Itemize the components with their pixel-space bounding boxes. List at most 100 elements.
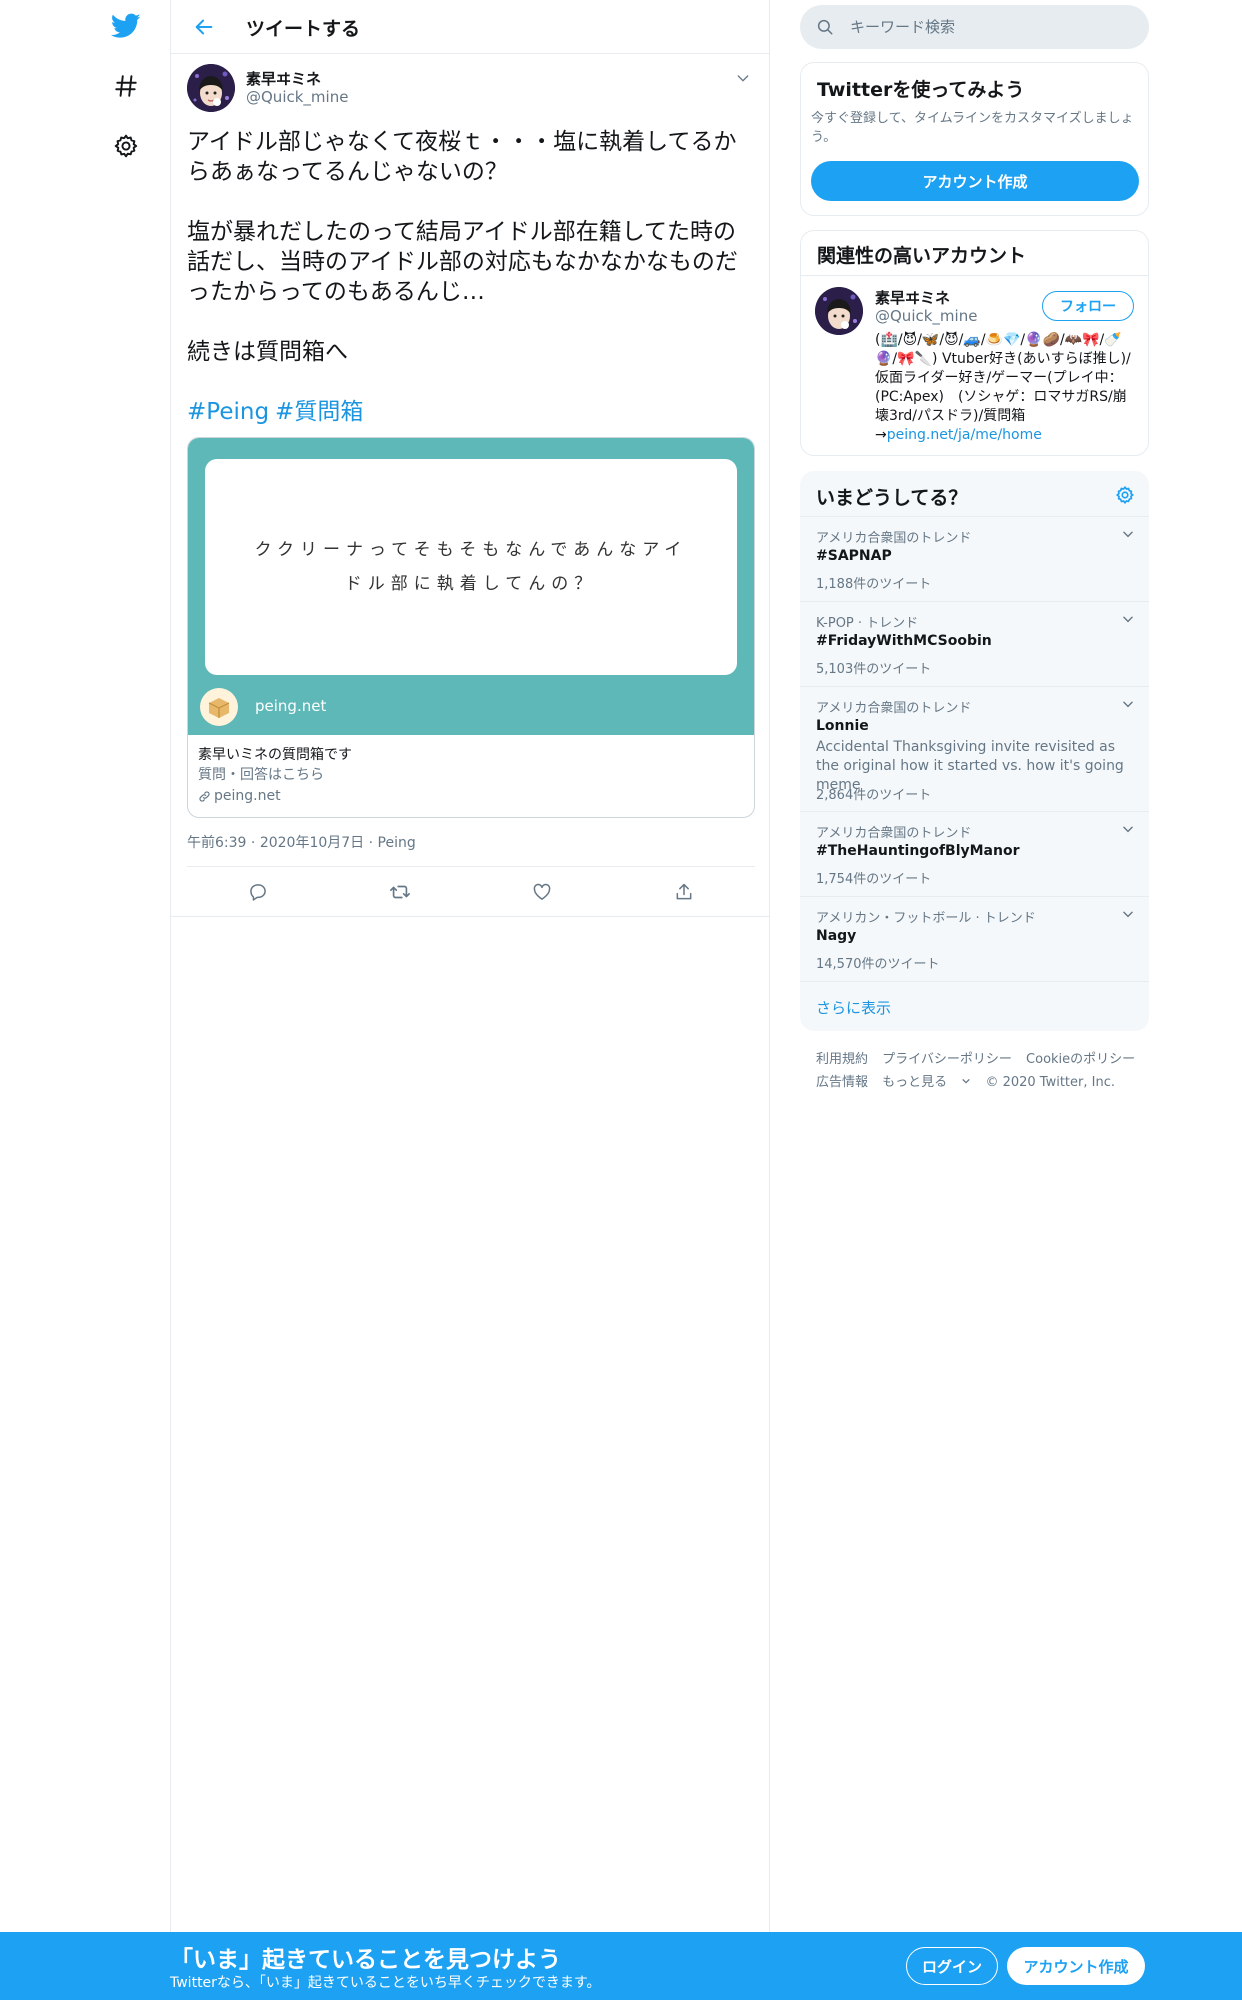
card-description: 質問・回答はこちら (198, 767, 324, 783)
author-handle[interactable]: @Quick_mine (246, 88, 348, 106)
hashtag-link[interactable]: #Peing (187, 399, 269, 425)
trend-count: 5,103件のツイート (816, 662, 932, 677)
twitter-logo-icon[interactable] (100, 0, 152, 52)
divider (801, 275, 1148, 276)
footer-link-cookies[interactable]: Cookieのポリシー (1026, 1052, 1135, 1067)
arrow-left-icon (195, 19, 213, 35)
tweet-text: アイドル部じゃなくて夜桜ｔ・・・塩に執着してるからあぁなってるんじゃないの？ 塩… (187, 127, 755, 427)
page-title: ツイートする (246, 18, 361, 40)
tweet-paragraph: 続きは質問箱へ (187, 339, 348, 365)
avatar[interactable] (815, 287, 863, 335)
footer-link-privacy[interactable]: プライバシーポリシー (882, 1052, 1012, 1067)
tweet-author: 素早ヰミネ @Quick_mine (187, 64, 755, 114)
trend-context: アメリカン・フットボール · トレンド (816, 911, 1036, 926)
trend-context: アメリカ合衆国のトレンド (816, 701, 972, 716)
search-input[interactable] (850, 5, 1130, 49)
trend-name: Nagy (816, 928, 857, 944)
card-image-domain: peing.net (255, 697, 327, 715)
trend-name: #FridayWithMCSoobin (816, 633, 992, 649)
chevron-down-icon (1123, 911, 1133, 918)
trends-settings-button[interactable] (1115, 485, 1135, 509)
signup-description: 今すぐ登録して、タイムラインをカスタマイズしましょう。 (811, 111, 1134, 145)
trend-name: Lonnie (816, 718, 869, 734)
tweet-time[interactable]: 午前6:39 (187, 835, 246, 851)
signup-title: Twitterを使ってみよう (817, 79, 1025, 101)
signup-box: Twitterを使ってみよう 今すぐ登録して、タイムラインをカスタマイズしましょ… (800, 62, 1149, 216)
follow-button[interactable]: フォロー (1042, 291, 1134, 321)
tweet-menu-button[interactable] (731, 66, 755, 90)
banner-signup-button[interactable]: アカウント作成 (1007, 1947, 1145, 1985)
tweet-actions (187, 866, 755, 916)
trend-context: アメリカ合衆国のトレンド (816, 826, 972, 841)
create-account-button[interactable]: アカウント作成 (811, 161, 1139, 201)
trend-name: #SAPNAP (816, 548, 892, 564)
banner-subtitle: Twitterなら、「いま」起きていることをいち早くチェックできます。 (170, 1975, 601, 1991)
trend-item[interactable]: アメリカ合衆国のトレンド #SAPNAP 1,188件のツイート (800, 516, 1149, 601)
reply-button[interactable] (187, 867, 329, 916)
chevron-down-icon (737, 75, 749, 82)
hashtag-icon[interactable] (100, 60, 152, 112)
show-more-link[interactable]: さらに表示 (816, 997, 891, 1018)
trends-box: いまどうしてる？ アメリカ合衆国のトレンド #SAPNAP 1,188件のツイー… (800, 471, 1149, 1031)
card-domain-text: peing.net (214, 788, 281, 804)
share-icon (676, 883, 692, 899)
footer-link-terms[interactable]: 利用規約 (816, 1052, 868, 1067)
hashtag-link[interactable]: #質問箱 (275, 399, 363, 425)
trend-count: 14,570件のツイート (816, 957, 940, 972)
gear-icon (1116, 486, 1134, 504)
related-title: 関連性の高いアカウント (817, 245, 1027, 267)
link-card[interactable]: ククリーナってそもそもなんであんなアイドル部に執着してんの？ peing.net… (187, 437, 755, 818)
related-accounts-box: 関連性の高いアカウント 素早ヰミネ @Quick_mine フォロー (🏥/😈/… (800, 230, 1149, 456)
related-account-bio: (🏥/😈/🦋/😈/🚙/🍮💎/🔮🥔/🦇🎀/🍼🔮/🎀🔪) Vtuber好き(あいすら… (875, 331, 1137, 445)
banner-title: 「いま」起きていることを見つけよう (170, 1947, 561, 1973)
chevron-down-icon (1123, 616, 1133, 623)
footer-links: 利用規約 プライバシーポリシー Cookieのポリシー 広告情報 もっと見る ©… (816, 1048, 1146, 1094)
related-account-handle[interactable]: @Quick_mine (875, 307, 977, 325)
share-button[interactable] (613, 867, 755, 916)
footer-link-more[interactable]: もっと見る (882, 1075, 971, 1090)
chevron-down-icon (1123, 826, 1133, 833)
bio-link[interactable]: peing.net/ja/me/home (887, 427, 1042, 443)
trend-context: アメリカ合衆国のトレンド (816, 531, 972, 546)
tweet-source[interactable]: Peing (378, 835, 416, 851)
separator-dot: · (368, 835, 378, 851)
separator-dot: · (250, 835, 260, 851)
main-column: ツイートする 素早ヰミネ @Quick_mine アイドル部じゃなくて夜桜ｔ・・… (170, 0, 770, 1932)
show-more-row: さらに表示 (800, 981, 1149, 1031)
trend-item[interactable]: アメリカ合衆国のトレンド #TheHauntingofBlyManor 1,75… (800, 811, 1149, 896)
trend-count: 2,864件のツイート (816, 788, 932, 803)
back-button[interactable] (187, 10, 221, 44)
trend-name: #TheHauntingofBlyManor (816, 843, 1020, 859)
trends-title: いまどうしてる？ (816, 487, 968, 509)
hashtags: #Peing #質問箱 (187, 397, 755, 427)
card-question: ククリーナってそもそもなんであんなアイドル部に執着してんの？ (254, 540, 688, 594)
tweet-meta: 午前6:39 · 2020年10月7日 · Peing (187, 832, 416, 852)
trend-item[interactable]: アメリカ合衆国のトレンド Lonnie Accidental Thanksgiv… (800, 686, 1149, 811)
trend-item[interactable]: アメリカン・フットボール · トレンド Nagy 14,570件のツイート (800, 896, 1149, 981)
search-icon (817, 19, 833, 35)
copyright: © 2020 Twitter, Inc. (985, 1075, 1115, 1090)
trend-item[interactable]: K-POP · トレンド #FridayWithMCSoobin 5,103件の… (800, 601, 1149, 686)
chevron-down-icon (1123, 531, 1133, 538)
trend-count: 1,188件のツイート (816, 577, 932, 592)
author-name[interactable]: 素早ヰミネ (246, 68, 321, 89)
chevron-down-icon (1123, 701, 1133, 708)
trend-context: K-POP · トレンド (816, 616, 919, 631)
retweet-button[interactable] (329, 867, 471, 916)
footer-link-ads[interactable]: 広告情報 (816, 1075, 868, 1090)
login-button[interactable]: ログイン (906, 1947, 998, 1985)
reply-icon (250, 883, 266, 901)
like-button[interactable] (471, 867, 613, 916)
peing-logo-icon (200, 688, 238, 726)
bottom-banner: 「いま」起きていることを見つけよう Twitterなら、「いま」起きていることを… (0, 1932, 1242, 2000)
card-title: 素早いミネの質問箱です (198, 747, 352, 763)
tweet-date[interactable]: 2020年10月7日 (260, 835, 364, 851)
card-image: ククリーナってそもそもなんであんなアイドル部に執着してんの？ peing.net (188, 438, 754, 735)
avatar[interactable] (187, 64, 235, 112)
tweet-paragraph: アイドル部じゃなくて夜桜ｔ・・・塩に執着してるからあぁなってるんじゃないの？ (187, 129, 737, 185)
divider (171, 916, 770, 917)
related-account-name[interactable]: 素早ヰミネ (875, 287, 950, 308)
card-text: 素早いミネの質問箱です 質問・回答はこちら peing.net (198, 745, 744, 806)
gear-icon[interactable] (100, 120, 152, 172)
link-icon (199, 790, 210, 802)
